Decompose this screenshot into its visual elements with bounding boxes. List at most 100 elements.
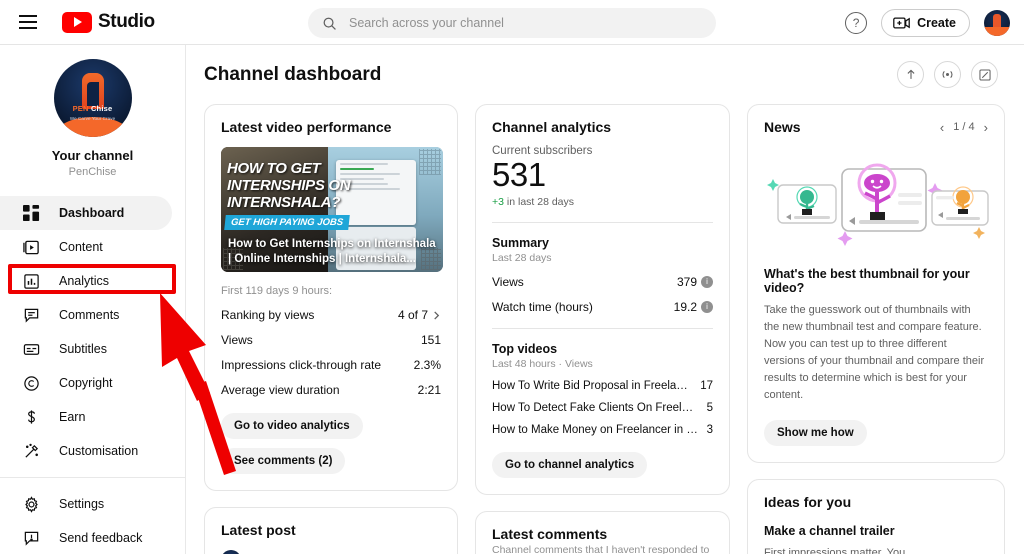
your-channel-label: Your channel: [51, 148, 134, 163]
channel-handle: PenChise: [68, 166, 117, 178]
delta-suffix: in last 28 days: [503, 195, 575, 208]
upload-icon: [907, 69, 914, 79]
sidebar-item-label: Dashboard: [59, 206, 125, 220]
metric-label: Ranking by views: [221, 308, 315, 322]
thumbnail-text-line2: INTERNSHIPS ON: [227, 177, 351, 194]
sidebar-item-settings[interactable]: Settings: [0, 487, 172, 521]
video-thumbnail[interactable]: HOW TO GET INTERNSHIPS ON INTERNSHALA? G…: [221, 147, 443, 272]
news-header: News ‹ 1 / 4 ›: [764, 119, 988, 135]
analytics-icon: [22, 272, 41, 291]
ideas-for-you-card: Ideas for you Make a channel trailer Fir…: [747, 479, 1005, 554]
go-to-video-analytics-button[interactable]: Go to video analytics: [221, 413, 363, 439]
live-broadcast-icon: [942, 70, 953, 79]
metric-value: 151: [420, 333, 441, 347]
earn-icon: [22, 408, 41, 427]
subtitles-icon: [22, 340, 41, 359]
feedback-icon: [22, 529, 41, 548]
sidebar-item-label: Earn: [59, 410, 86, 424]
idea-title: Make a channel trailer: [764, 524, 895, 539]
chevron-right-icon[interactable]: ›: [984, 120, 988, 135]
thumbnail-banner: GET HIGH PAYING JOBS: [224, 215, 350, 230]
info-icon[interactable]: i: [701, 300, 713, 313]
card-divider: [492, 327, 713, 329]
top-video-row[interactable]: How to Make Money on Freelancer in 2023?…: [492, 424, 713, 436]
sidebar-item-content[interactable]: Content: [0, 230, 172, 264]
info-icon[interactable]: i: [701, 275, 713, 288]
sidebar-item-label: Subtitles: [59, 342, 107, 356]
sidebar-item-analytics[interactable]: Analytics: [0, 264, 172, 298]
sidebar-item-label: Customisation: [59, 444, 139, 458]
summary-value: 379: [676, 274, 697, 289]
studio-logo[interactable]: Studio: [62, 11, 155, 33]
metric-row: Views 151: [221, 333, 441, 347]
card-title: Latest video performance: [221, 119, 392, 135]
search-input[interactable]: [349, 16, 702, 30]
top-video-views: 5: [706, 401, 713, 414]
channel-analytics-card: Channel analytics Current subscribers 53…: [475, 104, 730, 495]
sidebar-item-dashboard[interactable]: Dashboard: [0, 196, 172, 230]
news-pager-label: 1 / 4: [953, 121, 975, 133]
help-icon[interactable]: ?: [845, 11, 868, 34]
news-card: News ‹ 1 / 4 › What's the best thumbnail…: [747, 104, 1005, 464]
chevron-left-icon[interactable]: ‹: [940, 120, 944, 135]
page-title: Channel dashboard: [204, 63, 382, 85]
metric-value: 4 of 7: [397, 308, 428, 322]
sidebar-divider: [0, 477, 185, 478]
top-video-title: How to Make Money on Freelancer in 2023?…: [492, 423, 699, 436]
create-button[interactable]: Create: [881, 8, 970, 37]
account-avatar[interactable]: [984, 9, 1010, 36]
search-bar[interactable]: [308, 8, 716, 38]
main-content: Channel dashboard Latest video performan…: [186, 45, 1024, 554]
copyright-icon: [22, 374, 41, 393]
top-video-row[interactable]: How To Detect Fake Clients On Freelancin…: [492, 402, 713, 414]
top-video-row[interactable]: How To Write Bid Proposal in Freelancer|…: [492, 380, 713, 392]
sidebar-item-subtitles[interactable]: Subtitles: [0, 332, 172, 366]
create-post-button[interactable]: [971, 61, 998, 88]
go-live-button[interactable]: [934, 61, 961, 88]
metric-label: Views: [221, 333, 253, 347]
video-title-overlay: How to Get Internships on Internshala | …: [228, 237, 436, 266]
top-bar-actions: ? Create: [845, 0, 1010, 45]
sidebar-item-earn[interactable]: Earn: [0, 400, 172, 434]
channel-avatar: PEN Chise We Carve Your Crave: [53, 59, 132, 137]
top-bar: Studio ? Create: [0, 0, 1024, 45]
upload-video-button[interactable]: [897, 61, 924, 88]
sidebar-item-comments[interactable]: Comments: [0, 298, 172, 332]
card-title: Latest comments: [492, 525, 608, 542]
sidebar-item-label: Settings: [59, 497, 105, 511]
analytics-card-actions: Go to channel analytics: [492, 451, 713, 478]
card-divider: [492, 221, 713, 223]
sidebar: PEN Chise We Carve Your Crave Your chann…: [0, 45, 186, 554]
card-title: News: [764, 119, 801, 135]
channel-block[interactable]: PEN Chise We Carve Your Crave Your chann…: [0, 45, 185, 186]
sidebar-item-label: Comments: [59, 308, 120, 322]
latest-post-card: Latest post: [204, 507, 458, 554]
delta-value: +3: [492, 195, 504, 208]
news-body: Take the guesswork out of thumbnails wit…: [764, 304, 985, 402]
column-right: News ‹ 1 / 4 › What's the best thumbnail…: [747, 104, 1005, 554]
column-middle: Channel analytics Current subscribers 53…: [475, 104, 730, 554]
hamburger-icon[interactable]: [16, 10, 40, 34]
top-video-title: How To Detect Fake Clients On Freelancin…: [492, 401, 699, 414]
page-header: Channel dashboard: [186, 45, 1024, 88]
latest-comments-card: Latest comments Channel comments that I …: [475, 510, 730, 554]
go-to-channel-analytics-button[interactable]: Go to channel analytics: [492, 451, 648, 478]
sidebar-item-copyright[interactable]: Copyright: [0, 366, 172, 400]
see-comments-button[interactable]: See comments (2): [221, 448, 346, 474]
summary-row: Views 379 i: [492, 275, 713, 289]
subscribers-delta: +3 in last 28 days: [492, 196, 713, 208]
metric-row[interactable]: Ranking by views 4 of 7: [221, 308, 441, 322]
settings-gear-icon: [22, 495, 41, 514]
top-videos-subtitle: Last 48 hours · Views: [492, 357, 593, 370]
metric-label: Average view duration: [221, 383, 340, 397]
show-me-how-button[interactable]: Show me how: [764, 420, 867, 447]
sidebar-item-customisation[interactable]: Customisation: [0, 434, 172, 468]
sidebar-item-send-feedback[interactable]: Send feedback: [0, 521, 172, 554]
metric-row: Average view duration 2:21: [221, 383, 441, 397]
avatar-logo-primary: PEN Chise: [72, 104, 113, 113]
metric-label: Impressions click-through rate: [221, 358, 382, 372]
youtube-studio-dashboard: Studio ? Create: [0, 0, 1024, 554]
page-actions: [897, 61, 998, 88]
sidebar-item-label: Send feedback: [59, 531, 143, 545]
chevron-right-icon: [434, 310, 440, 320]
